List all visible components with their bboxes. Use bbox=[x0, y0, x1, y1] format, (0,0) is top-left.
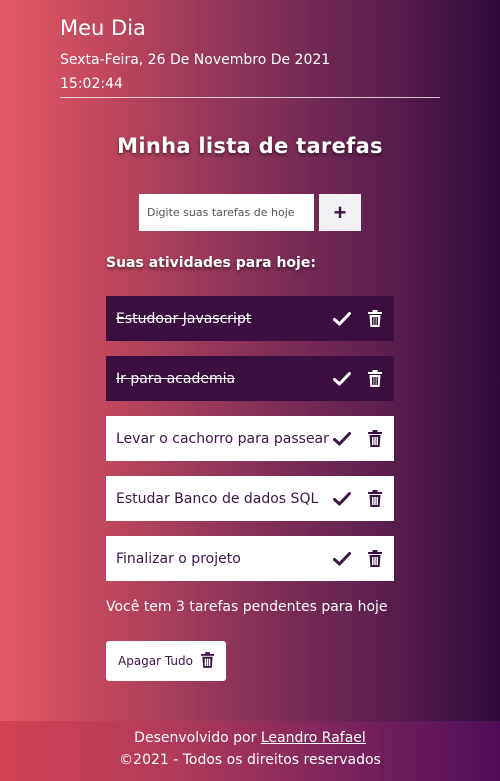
current-time: 15:02:44 bbox=[60, 76, 440, 98]
check-icon[interactable] bbox=[330, 547, 354, 571]
footer-credit: Desenvolvido por Leandro Rafael bbox=[0, 730, 500, 746]
task-item: Estudoar Javascript bbox=[106, 296, 394, 341]
task-text: Estudar Banco de dados SQL bbox=[116, 490, 319, 507]
check-icon[interactable] bbox=[330, 307, 354, 331]
trash-icon[interactable] bbox=[363, 487, 387, 511]
clear-all-button[interactable]: Apagar Tudo bbox=[106, 641, 226, 681]
current-date: Sexta-Feira, 26 De Novembro De 2021 bbox=[60, 52, 331, 68]
task-item: Ir para academia bbox=[106, 356, 394, 401]
trash-icon[interactable] bbox=[363, 427, 387, 451]
task-list: Estudoar Javascript Ir para academia Lev… bbox=[106, 296, 394, 596]
task-item: Levar o cachorro para passear bbox=[106, 416, 394, 461]
task-item: Estudar Banco de dados SQL bbox=[106, 476, 394, 521]
page-header: Meu Dia Sexta-Feira, 26 De Novembro De 2… bbox=[60, 14, 440, 98]
task-item: Finalizar o projeto bbox=[106, 536, 394, 581]
author-link[interactable]: Leandro Rafael bbox=[261, 730, 366, 746]
check-icon[interactable] bbox=[330, 487, 354, 511]
list-title: Minha lista de tarefas bbox=[117, 134, 383, 158]
credit-prefix: Desenvolvido por bbox=[134, 730, 257, 746]
page-footer: Desenvolvido por Leandro Rafael ©2021 - … bbox=[0, 721, 500, 781]
add-task-button[interactable]: + bbox=[319, 194, 361, 231]
trash-icon[interactable] bbox=[363, 547, 387, 571]
task-text: Ir para academia bbox=[116, 370, 236, 387]
check-icon[interactable] bbox=[330, 367, 354, 391]
app-title: Meu Dia bbox=[60, 16, 146, 40]
copyright-text: ©2021 - Todos os direitos reservados bbox=[119, 752, 381, 768]
trash-icon[interactable] bbox=[363, 307, 387, 331]
trash-icon[interactable] bbox=[363, 367, 387, 391]
task-text: Finalizar o projeto bbox=[116, 550, 241, 567]
task-text: Levar o cachorro para passear bbox=[116, 430, 329, 447]
clear-all-label: Apagar Tudo bbox=[118, 654, 193, 668]
trash-icon bbox=[200, 651, 214, 671]
activities-heading: Suas atividades para hoje: bbox=[106, 255, 316, 271]
task-text: Estudoar Javascript bbox=[116, 310, 252, 327]
pending-count-text: Você tem 3 tarefas pendentes para hoje bbox=[106, 599, 388, 615]
check-icon[interactable] bbox=[330, 427, 354, 451]
task-input[interactable] bbox=[139, 194, 314, 231]
